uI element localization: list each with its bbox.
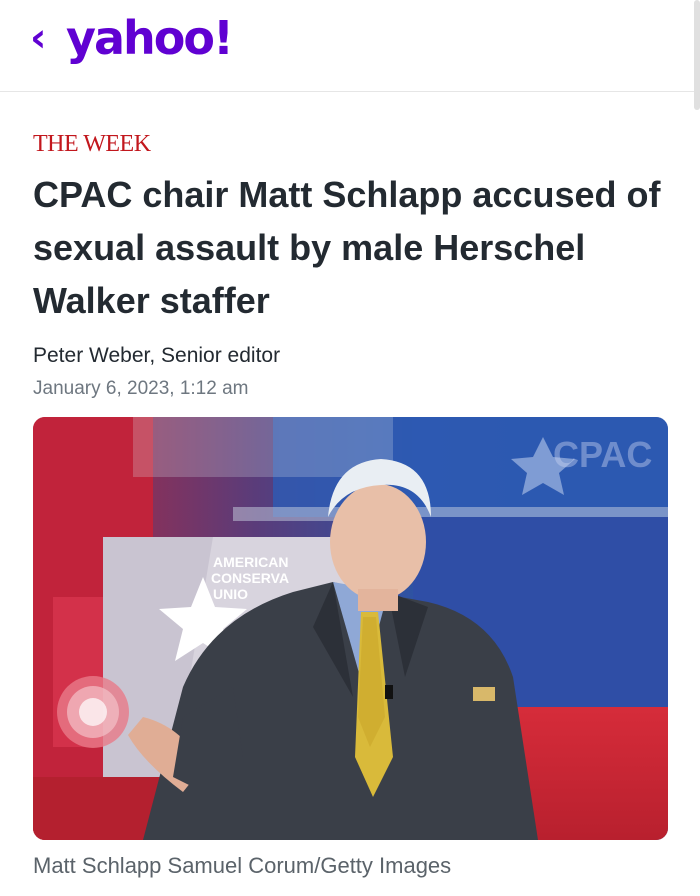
svg-text:UNIO: UNIO (213, 586, 248, 602)
yahoo-logo[interactable]: yahoo! (66, 8, 234, 68)
scrollbar[interactable] (694, 0, 700, 110)
backdrop-logo-text: CPAC (553, 434, 652, 475)
svg-text:AMERICAN: AMERICAN (213, 554, 288, 570)
article-headline: CPAC chair Matt Schlapp accused of sexua… (33, 174, 661, 321)
publication-name[interactable]: THE WEEK (33, 131, 151, 158)
author-byline[interactable]: Peter Weber, Senior editor (33, 344, 280, 368)
photo-caption: Matt Schlapp Samuel Corum/Getty Images (33, 853, 452, 878)
back-chevron-icon[interactable]: ‹ (30, 16, 58, 60)
svg-text:CONSERVA: CONSERVA (211, 570, 289, 586)
top-bar: ‹ yahoo! (0, 0, 700, 92)
article-photo[interactable]: CPAC AMERICAN CONSERVA UNIO (33, 417, 668, 840)
publish-date: January 6, 2023, 1:12 am (33, 378, 249, 399)
